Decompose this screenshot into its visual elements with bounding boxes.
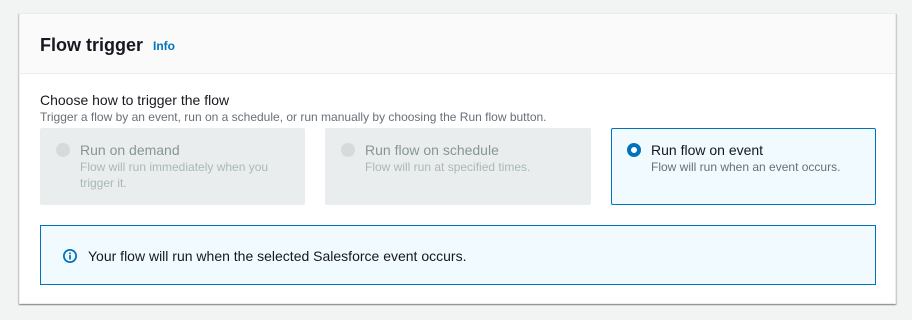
- run-on-demand-label: Run on demand: [80, 142, 180, 158]
- trigger-description: Trigger a flow by an event, run on a sch…: [40, 110, 547, 124]
- run-on-schedule-radio[interactable]: [341, 143, 355, 157]
- run-on-event-radio[interactable]: [627, 143, 641, 157]
- run-on-schedule-option[interactable]: Run flow on schedule Flow will run at sp…: [325, 128, 591, 205]
- run-on-event-option[interactable]: Run flow on event Flow will run when an …: [611, 128, 876, 205]
- alert-text: Your flow will run when the selected Sal…: [88, 248, 467, 264]
- run-on-event-label: Run flow on event: [651, 142, 764, 158]
- run-on-demand-option[interactable]: Run on demand Flow will run immediately …: [40, 128, 305, 205]
- run-on-demand-description-line1: Flow will run immediately when you: [80, 160, 269, 174]
- run-on-event-description: Flow will run when an event occurs.: [651, 160, 841, 174]
- run-on-demand-description: Flow will run immediately when you trigg…: [80, 159, 268, 191]
- panel-header: Flow trigger Info: [20, 14, 895, 74]
- info-alert: Your flow will run when the selected Sal…: [40, 225, 876, 285]
- run-on-schedule-description: Flow will run at specified times.: [365, 160, 531, 174]
- run-on-schedule-label: Run flow on schedule: [365, 142, 499, 158]
- run-on-demand-radio[interactable]: [56, 143, 70, 157]
- info-icon: [63, 249, 77, 263]
- flow-trigger-panel: Flow trigger Info Choose how to trigger …: [19, 13, 896, 304]
- panel-title: Flow trigger: [40, 35, 143, 55]
- info-link[interactable]: Info: [153, 39, 175, 53]
- trigger-label: Choose how to trigger the flow: [40, 92, 230, 108]
- run-on-demand-description-line2: trigger it.: [80, 176, 127, 190]
